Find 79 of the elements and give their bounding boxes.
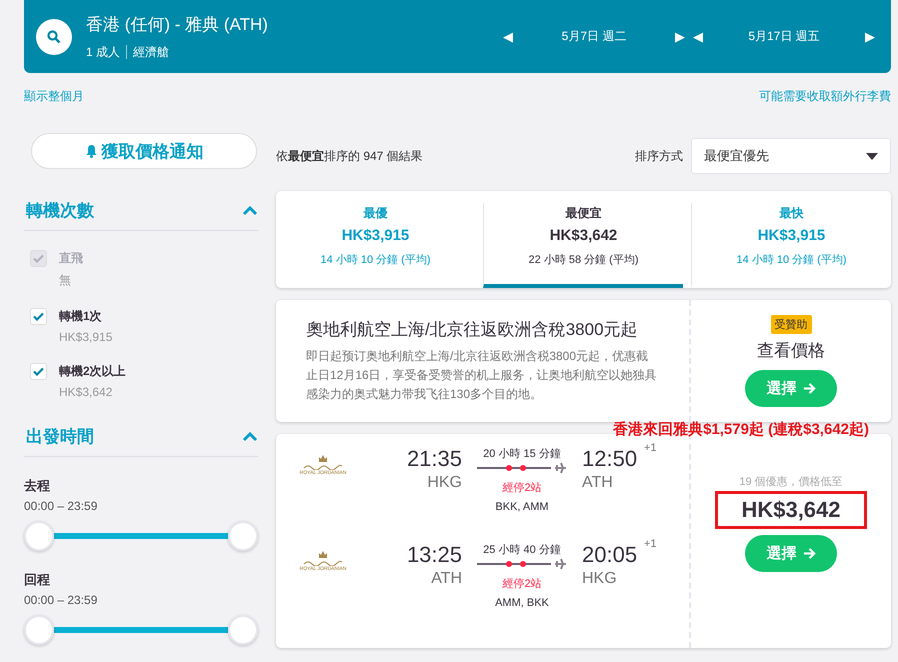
cabin-class: 經濟艙: [133, 44, 170, 60]
chevron-up-icon[interactable]: [242, 206, 258, 216]
check-icon: [33, 254, 44, 263]
route-line-icon: [477, 557, 567, 571]
departure-time: 21:35: [406, 446, 462, 472]
time-range-text: 00:00 – 23:59: [24, 593, 98, 607]
slider-thumb[interactable]: [228, 521, 258, 551]
crown-icon: [318, 550, 328, 559]
search-summary-bar[interactable]: 香港 (任何) - 雅典 (ATH) 1 成人 經濟艙 ◀ 5月7日 週二 ▶ ◀ 5月17日 週五 ▶: [24, 0, 891, 73]
filter-option-label: 直飛: [59, 250, 83, 267]
date-label: 5月7日 週二: [562, 28, 626, 45]
filter-option-label: 轉機1次: [59, 308, 103, 325]
passenger-count: 1 成人: [86, 44, 120, 60]
range-label: 去程: [24, 477, 51, 495]
script-logo-icon: [303, 463, 343, 470]
date-label: 5月17日 週五: [748, 28, 820, 45]
select-button[interactable]: 選擇: [745, 535, 837, 572]
filter-option-price: 無: [59, 272, 72, 289]
airport-code: HKG: [582, 570, 618, 588]
stops-count: 經停2站: [501, 481, 543, 495]
previous-date-button[interactable]: ◀: [499, 28, 517, 44]
airport-code: ATH: [582, 474, 614, 492]
price-alert-button[interactable]: 獲取價格通知: [31, 133, 257, 169]
sort-label: 排序方式: [635, 148, 683, 164]
select-button[interactable]: 選擇: [745, 370, 837, 407]
filter-option-price: HK$3,915: [59, 330, 112, 344]
price: HK$3,642: [741, 497, 841, 522]
route-title: 香港 (任何) - 雅典 (ATH): [86, 14, 269, 36]
sort-tab[interactable]: 最快 HK$3,915 14 小時 10 分鐘 (平均): [691, 203, 891, 288]
baggage-fees-link[interactable]: 可能需要收取額外行李費: [759, 88, 891, 106]
ad-title: 奧地利航空上海/北京往返欧洲含稅3800元起: [306, 319, 639, 341]
check-icon: [33, 312, 44, 321]
filter-heading: 出發時間: [26, 426, 94, 448]
filter-option-label: 轉機2次以上: [59, 363, 126, 380]
crown-icon: [318, 454, 328, 463]
stops-count: 經停2站: [501, 577, 543, 591]
route-line-icon: [477, 461, 567, 475]
chevron-up-icon[interactable]: [242, 432, 258, 442]
deals-count: 19 個優惠，價格低至: [739, 474, 843, 489]
caret-icon: [866, 152, 878, 160]
airport-code: ATH: [430, 570, 462, 588]
flight-duration: 25 小時 40 分鐘: [482, 543, 562, 557]
previous-date-button[interactable]: ◀: [689, 28, 707, 44]
arrival-time: 12:50: [582, 446, 638, 472]
price-annotation: 香港來回雅典$1,579起 (連稅$3,642起): [613, 420, 869, 439]
arrival-time: 20:05: [582, 542, 638, 568]
view-price-text: 查看價格: [757, 340, 825, 362]
filter-option-price: HK$3,642: [59, 385, 114, 399]
slider-thumb[interactable]: [24, 521, 54, 551]
sort-tab[interactable]: 最優 HK$3,915 14 小時 10 分鐘 (平均): [276, 203, 475, 288]
arrow-right-icon: [802, 382, 816, 395]
ad-text: 即日起预订奥地利航空上海/北京往返欧洲含税3800元起，优惠截止日12月16日，享受备受赞誉的机上服务，让奥地利航空以她独具感染力的奥式魅力带我飞往130多个目的地。: [306, 348, 658, 403]
departure-time: 13:25: [406, 542, 462, 568]
slider-thumb[interactable]: [24, 615, 54, 645]
sponsored-tag: 受贊助: [770, 315, 812, 334]
range-label: 回程: [24, 571, 51, 589]
bell-icon: [84, 144, 98, 158]
search-icon: [47, 30, 61, 44]
arrow-right-icon: [802, 547, 816, 560]
checkbox[interactable]: [30, 308, 47, 325]
stopover-airports: AMM, BKK: [494, 597, 550, 609]
check-icon: [33, 367, 44, 376]
flight-duration: 20 小時 15 分鐘: [482, 447, 562, 461]
day-offset: +1: [644, 538, 657, 550]
slider-thumb[interactable]: [228, 615, 258, 645]
next-date-button[interactable]: ▶: [671, 28, 689, 44]
sort-dropdown[interactable]: 最便宜優先: [691, 138, 891, 174]
filter-heading: 轉機次數: [26, 200, 94, 222]
next-date-button[interactable]: ▶: [860, 28, 879, 44]
day-offset: +1: [644, 442, 657, 454]
show-month-link[interactable]: 顯示整個月: [24, 88, 84, 106]
checkbox[interactable]: [30, 363, 47, 380]
stopover-airports: BKK, AMM: [494, 501, 550, 513]
search-button[interactable]: [36, 18, 72, 54]
time-range-text: 00:00 – 23:59: [24, 499, 98, 513]
script-logo-icon: [303, 559, 343, 566]
airport-code: HKG: [426, 474, 462, 492]
results-count: 依最便宜排序的 947 個結果: [276, 148, 423, 164]
sort-tab[interactable]: 最便宜 HK$3,642 22 小時 58 分鐘 (平均): [483, 203, 683, 288]
